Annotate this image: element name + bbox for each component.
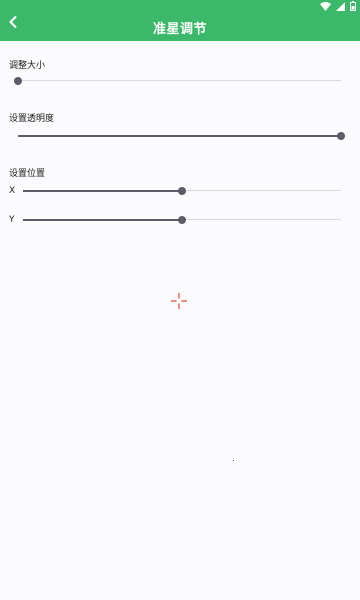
slider-fill — [18, 134, 341, 137]
status-bar — [320, 1, 356, 11]
wifi-icon — [320, 1, 331, 11]
position-label: 设置位置 — [9, 169, 46, 179]
opacity-slider[interactable] — [18, 131, 345, 141]
opacity-label: 设置透明度 — [9, 114, 55, 124]
slider-fill — [23, 189, 182, 192]
size-slider[interactable] — [14, 76, 341, 86]
slider-track — [18, 80, 341, 81]
y-label: Y — [9, 215, 15, 225]
slider-thumb[interactable] — [337, 132, 345, 140]
slider-thumb[interactable] — [178, 187, 186, 195]
canvas-dot — [233, 460, 234, 461]
slider-thumb[interactable] — [14, 77, 22, 85]
page-title: 准星调节 — [152, 22, 207, 37]
slider-fill — [23, 218, 182, 221]
y-slider[interactable] — [23, 215, 341, 225]
crosshair-icon — [171, 293, 187, 309]
size-label: 调整大小 — [9, 61, 46, 71]
signal-icon — [336, 1, 345, 11]
battery-icon — [350, 1, 356, 11]
x-label: X — [9, 186, 16, 196]
app-header: 准星调节 — [0, 0, 360, 41]
app-root: 准星调节 调整大小 设置透明度 设置位置 X Y — [0, 0, 360, 600]
slider-thumb[interactable] — [178, 216, 186, 224]
x-slider[interactable] — [23, 186, 341, 196]
